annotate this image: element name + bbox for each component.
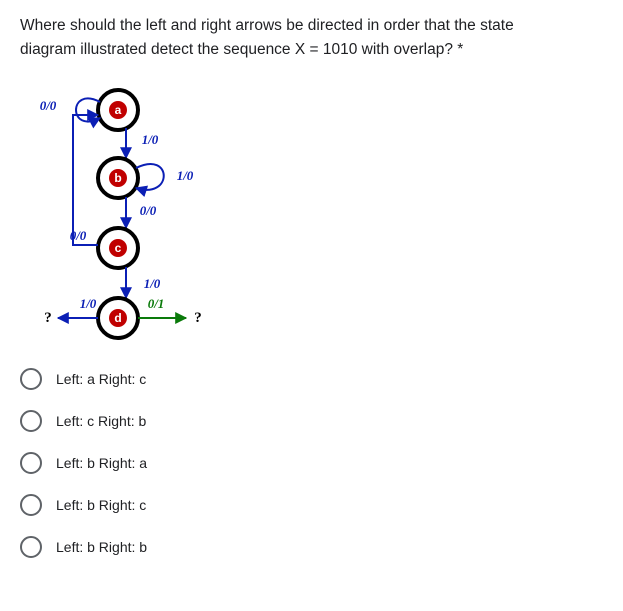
state-a-label: a xyxy=(115,103,122,117)
question-line2: diagram illustrated detect the sequence … xyxy=(20,41,453,58)
edge-c-to-a-label: 0/0 xyxy=(70,228,87,243)
edge-a-self-label: 0/0 xyxy=(40,98,57,113)
options-group: Left: a Right: c Left: c Right: b Left: … xyxy=(0,368,623,588)
edge-b-self-label: 1/0 xyxy=(177,168,194,183)
unknown-left: ? xyxy=(44,310,52,326)
edge-b-self xyxy=(136,164,164,190)
option-2-label: Left: c Right: b xyxy=(56,413,146,429)
radio-icon xyxy=(20,452,42,474)
edge-d-right-label: 0/1 xyxy=(148,296,165,311)
required-asterisk: * xyxy=(453,41,463,58)
edge-b-to-c-label: 0/0 xyxy=(140,203,157,218)
unknown-right: ? xyxy=(194,310,202,326)
state-b-label: b xyxy=(114,171,121,185)
edge-c-to-a xyxy=(73,115,98,245)
state-c-label: c xyxy=(115,241,122,255)
state-diagram-svg: a 0/0 1/0 b 1/0 0/0 c 0/0 xyxy=(18,80,258,360)
state-d: d xyxy=(98,298,138,338)
state-a: a xyxy=(98,90,138,130)
edge-c-to-d-label: 1/0 xyxy=(144,276,161,291)
option-5[interactable]: Left: b Right: b xyxy=(20,536,603,558)
option-3[interactable]: Left: b Right: a xyxy=(20,452,603,474)
option-1[interactable]: Left: a Right: c xyxy=(20,368,603,390)
state-diagram: a 0/0 1/0 b 1/0 0/0 c 0/0 xyxy=(18,80,258,360)
state-c: c xyxy=(98,228,138,268)
state-b: b xyxy=(98,158,138,198)
option-2[interactable]: Left: c Right: b xyxy=(20,410,603,432)
option-4-label: Left: b Right: c xyxy=(56,497,146,513)
option-4[interactable]: Left: b Right: c xyxy=(20,494,603,516)
radio-icon xyxy=(20,494,42,516)
edge-d-left-label: 1/0 xyxy=(80,296,97,311)
state-d-label: d xyxy=(114,311,121,325)
option-3-label: Left: b Right: a xyxy=(56,455,147,471)
option-1-label: Left: a Right: c xyxy=(56,371,146,387)
question-line1: Where should the left and right arrows b… xyxy=(20,17,514,34)
question-text: Where should the left and right arrows b… xyxy=(0,0,623,70)
option-5-label: Left: b Right: b xyxy=(56,539,147,555)
radio-icon xyxy=(20,410,42,432)
radio-icon xyxy=(20,536,42,558)
edge-a-to-b-label: 1/0 xyxy=(142,132,159,147)
radio-icon xyxy=(20,368,42,390)
